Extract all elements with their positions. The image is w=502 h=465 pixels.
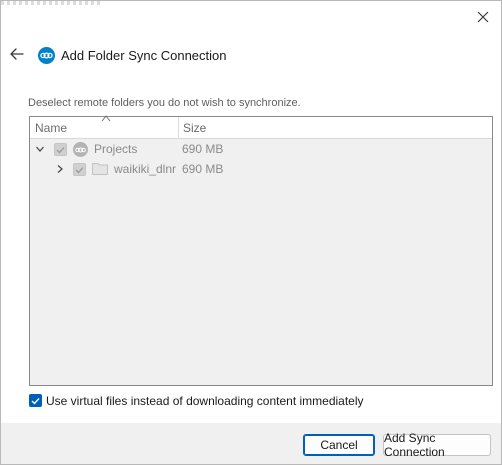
- row-size: 690 MB: [182, 162, 224, 176]
- row-checkbox[interactable]: [73, 163, 86, 176]
- folder-icon: [92, 163, 108, 175]
- chevron-down-icon[interactable]: [35, 144, 45, 154]
- tree-header: Name Size: [30, 115, 492, 139]
- checkmark-icon: [56, 146, 65, 153]
- dialog-footer: Cancel Add Sync Connection: [1, 423, 501, 464]
- nextcloud-logo-icon: [38, 47, 55, 64]
- row-checkbox[interactable]: [54, 143, 67, 156]
- nextcloud-icon: [73, 142, 88, 157]
- dialog-title: Add Folder Sync Connection: [61, 48, 227, 63]
- back-arrow-icon: [10, 48, 24, 60]
- chevron-right-icon[interactable]: [55, 164, 65, 174]
- cancel-button[interactable]: Cancel: [303, 434, 375, 456]
- checkmark-icon: [31, 397, 40, 405]
- tree-row[interactable]: waikiki_dlnr 690 MB: [30, 159, 492, 179]
- remote-folder-tree[interactable]: Name Size Projects 690 MB waikiki_dlnr 6…: [29, 115, 493, 386]
- column-header-name[interactable]: Name: [30, 117, 179, 139]
- close-button[interactable]: [471, 5, 495, 29]
- virtual-files-checkbox[interactable]: [29, 394, 42, 407]
- add-sync-connection-button[interactable]: Add Sync Connection: [383, 431, 491, 459]
- row-size: 690 MB: [182, 142, 224, 156]
- instruction-text: Deselect remote folders you do not wish …: [28, 97, 301, 109]
- checkmark-icon: [75, 166, 84, 173]
- close-icon: [477, 11, 489, 23]
- row-name: waikiki_dlnr: [114, 162, 177, 176]
- add-folder-sync-dialog: Add Folder Sync Connection Deselect remo…: [0, 0, 502, 465]
- column-header-size[interactable]: Size: [180, 117, 206, 139]
- tree-row[interactable]: Projects 690 MB: [30, 139, 492, 159]
- back-button[interactable]: [7, 44, 27, 64]
- virtual-files-label[interactable]: Use virtual files instead of downloading…: [46, 394, 364, 408]
- row-name: Projects: [94, 142, 138, 156]
- title-bar-remnant: [1, 1, 101, 5]
